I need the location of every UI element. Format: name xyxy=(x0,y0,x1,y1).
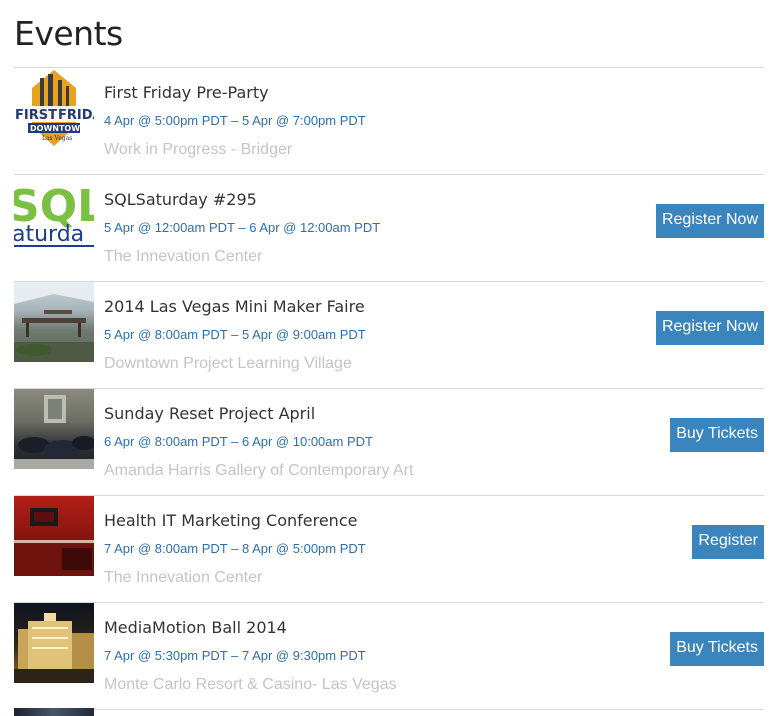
sunday-reset-photo-icon xyxy=(14,395,94,469)
event-date: 5 Apr @ 12:00am PDT – 6 Apr @ 12:00am PD… xyxy=(104,220,381,235)
event-venue[interactable]: Monte Carlo Resort & Casino- Las Vegas xyxy=(104,675,397,695)
first-friday-logo-icon: FIRST FRIDA DOWNTOWN Las Vegas xyxy=(14,70,94,146)
event-info: Sunday Reset Project April 6 Apr @ 8:00a… xyxy=(104,389,413,481)
event-date: 4 Apr @ 5:00pm PDT – 5 Apr @ 7:00pm PDT xyxy=(104,113,366,128)
event-venue[interactable]: Downtown Project Learning Village xyxy=(104,354,366,374)
event-date: 7 Apr @ 8:00am PDT – 8 Apr @ 5:00pm PDT xyxy=(104,541,366,556)
sqlsaturday-logo-icon: SQL aturda xyxy=(14,181,94,247)
register-now-button[interactable]: Register Now xyxy=(655,311,764,345)
event-info: SQLSaturday #295 5 Apr @ 12:00am PDT – 6… xyxy=(104,175,380,267)
event-thumbnail[interactable]: SQL aturda xyxy=(14,175,94,255)
event-row: MediaMotion Ball 2014 7 Apr @ 5:30pm PDT… xyxy=(14,603,764,710)
event-title-link[interactable]: First Friday Pre-Party xyxy=(104,83,366,103)
event-date: 7 Apr @ 5:30pm PDT – 7 Apr @ 9:30pm PDT xyxy=(104,648,366,663)
event-title-link[interactable]: 2014 Las Vegas Mini Maker Faire xyxy=(104,297,366,317)
buy-tickets-button[interactable]: Buy Tickets xyxy=(670,418,764,452)
event-venue[interactable]: The Innevation Center xyxy=(104,247,380,267)
thumb-frida-text: FRIDA xyxy=(58,108,94,123)
event-info: Health IT Marketing Conference 7 Apr @ 8… xyxy=(104,496,366,588)
event-row: SQL aturda SQLSaturday #295 5 Apr @ 12:0… xyxy=(14,175,764,282)
event-venue[interactable]: Work in Progress - Bridger xyxy=(104,140,366,160)
health-it-photo-icon xyxy=(14,508,94,576)
thumb-downtown-text: DOWNTOWN xyxy=(30,124,87,133)
buy-tickets-button[interactable]: Buy Tickets xyxy=(670,632,764,666)
event-info: First Friday Pre-Party 4 Apr @ 5:00pm PD… xyxy=(104,68,366,160)
event-title-link[interactable]: MediaMotion Ball 2014 xyxy=(104,618,397,638)
event-thumbnail[interactable] xyxy=(14,496,94,576)
event-info: MediaMotion Ball 2014 7 Apr @ 5:30pm PDT… xyxy=(104,603,397,695)
event-thumbnail[interactable] xyxy=(14,603,94,683)
event-venue[interactable]: The Innevation Center xyxy=(104,568,366,588)
event-date: 5 Apr @ 8:00am PDT – 5 Apr @ 9:00am PDT xyxy=(104,327,366,342)
event-row: FIRST FRIDA DOWNTOWN Las Vegas First Fri… xyxy=(14,68,764,175)
page-title: Events xyxy=(14,14,123,53)
event-row: Sunday Reset Project April 6 Apr @ 8:00a… xyxy=(14,389,764,496)
event-info: 2014 Las Vegas Mini Maker Faire 5 Apr @ … xyxy=(104,282,366,374)
events-page: Events FIRST FRIDA DOWNTOWN Las Vegas xyxy=(0,0,781,716)
thumb-first-text: FIRST xyxy=(15,108,57,123)
event-thumbnail-partial[interactable] xyxy=(14,708,94,716)
event-title-link[interactable]: Health IT Marketing Conference xyxy=(104,511,366,531)
event-thumbnail[interactable] xyxy=(14,389,94,469)
register-button[interactable]: Register xyxy=(692,525,764,559)
event-thumbnail[interactable]: FIRST FRIDA DOWNTOWN Las Vegas xyxy=(14,68,94,148)
event-row: 2014 Las Vegas Mini Maker Faire 5 Apr @ … xyxy=(14,282,764,389)
event-title-link[interactable]: SQLSaturday #295 xyxy=(104,190,380,210)
thumb-saturday-text: aturda xyxy=(14,222,84,247)
event-list: FIRST FRIDA DOWNTOWN Las Vegas First Fri… xyxy=(14,67,764,710)
maker-faire-photo-icon xyxy=(14,282,94,362)
event-title-link[interactable]: Sunday Reset Project April xyxy=(104,404,413,424)
event-venue[interactable]: Amanda Harris Gallery of Contemporary Ar… xyxy=(104,461,413,481)
thumb-lasvegas-text: Las Vegas xyxy=(42,135,72,142)
event-thumbnail[interactable] xyxy=(14,282,94,362)
register-now-button[interactable]: Register Now xyxy=(655,204,764,238)
event-row: Health IT Marketing Conference 7 Apr @ 8… xyxy=(14,496,764,603)
monte-carlo-photo-icon xyxy=(14,613,94,683)
event-date: 6 Apr @ 8:00am PDT – 6 Apr @ 10:00am PDT xyxy=(104,434,373,449)
